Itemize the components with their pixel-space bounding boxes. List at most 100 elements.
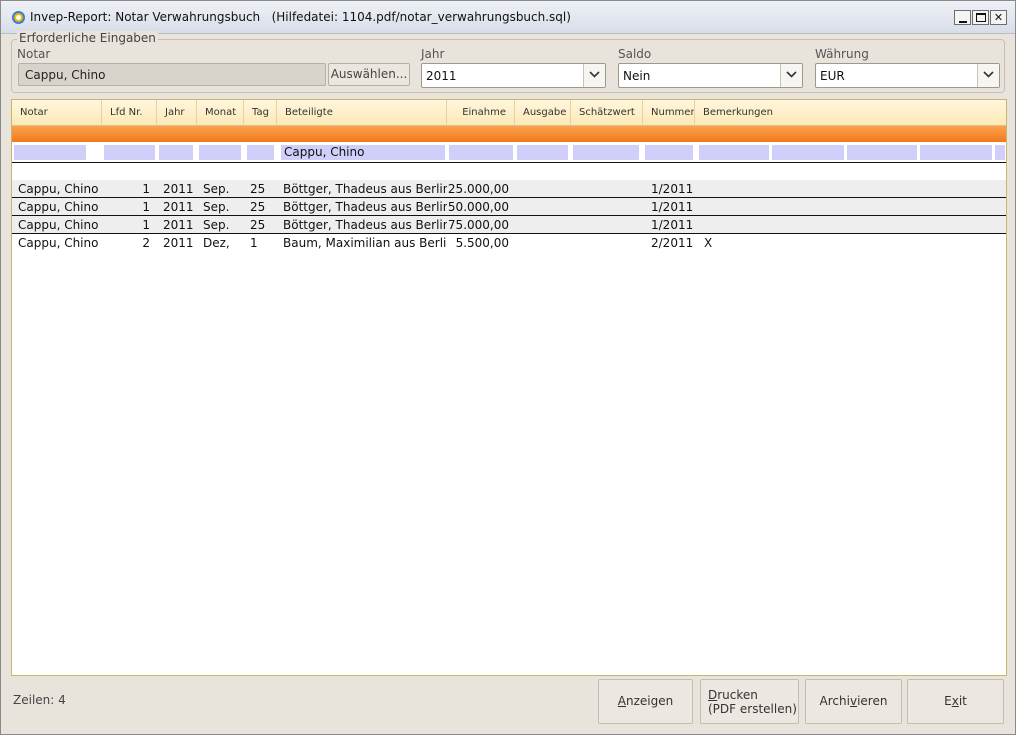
cell-lfd: 1: [142, 182, 150, 196]
report-table[interactable]: Notar Lfd Nr. Jahr Monat Tag Beteiligte …: [11, 99, 1007, 676]
cell-lfd: 1: [142, 218, 150, 232]
waehrung-value: EUR: [820, 69, 845, 83]
print-label-line2: (PDF erstellen): [708, 702, 797, 716]
cell-notar: Cappu, Chino: [18, 182, 99, 196]
cell-bemerkungen: X: [704, 236, 713, 250]
group-legend: Erforderliche Eingaben: [17, 31, 158, 45]
cell-einahme: 50.000,00: [447, 200, 509, 214]
cell-nummer: 2/2011: [651, 236, 694, 250]
cell-jahr: 2011: [163, 200, 194, 214]
title-bar: Invep-Report: Notar Verwahrungsbuch (Hil…: [1, 1, 1015, 34]
column-header[interactable]: Schätzwert: [571, 100, 643, 126]
minimize-icon: [959, 21, 967, 23]
jahr-value: 2011: [426, 69, 457, 83]
filter-cell[interactable]: Cappu, Chino: [281, 145, 445, 160]
waehrung-select[interactable]: EUR: [815, 63, 1000, 88]
filter-cell[interactable]: [699, 145, 769, 160]
row-count-status: Zeilen: 4: [13, 693, 66, 707]
filter-cell[interactable]: [920, 145, 992, 160]
archive-button-label: Archivieren: [806, 694, 901, 708]
cell-notar: Cappu, Chino: [18, 218, 99, 232]
print-label-rest: rucken: [717, 688, 758, 702]
filter-cell[interactable]: [199, 145, 241, 160]
maximize-button[interactable]: [972, 10, 989, 25]
filter-cell[interactable]: [772, 145, 844, 160]
cell-beteiligte: Böttger, Thadeus aus Berlin: [283, 182, 447, 196]
filter-cell[interactable]: [159, 145, 193, 160]
cell-einahme: 5.500,00: [455, 236, 509, 250]
notar-value: Cappu, Chino: [25, 68, 106, 82]
cell-tag: 1: [250, 236, 258, 250]
filter-cell[interactable]: [14, 145, 86, 160]
print-mnemonic: D: [708, 688, 718, 702]
column-header[interactable]: Lfd Nr.: [102, 100, 157, 126]
column-header[interactable]: Nummer: [643, 100, 695, 126]
divider: [12, 162, 1006, 163]
filter-cell[interactable]: [645, 145, 693, 160]
show-button[interactable]: Anzeigen: [598, 679, 693, 724]
filter-cell[interactable]: [847, 145, 917, 160]
cell-monat: Sep.: [203, 200, 230, 214]
filter-cell[interactable]: [517, 145, 568, 160]
jahr-label: Jahr: [421, 47, 445, 61]
notar-field[interactable]: Cappu, Chino: [18, 63, 326, 86]
column-header[interactable]: Einahme: [447, 100, 515, 126]
app-icon: [12, 11, 25, 24]
cell-einahme: 25.000,00: [447, 182, 509, 196]
cell-lfd: 2: [142, 236, 150, 250]
column-header[interactable]: Monat: [197, 100, 244, 126]
close-button[interactable]: ✕: [990, 10, 1007, 25]
filter-cell[interactable]: [573, 145, 639, 160]
cell-nummer: 1/2011: [651, 200, 694, 214]
filter-cell[interactable]: [104, 145, 155, 160]
saldo-label: Saldo: [618, 47, 652, 61]
cell-notar: Cappu, Chino: [18, 236, 99, 250]
chevron-down-icon[interactable]: [780, 64, 802, 87]
filter-cell[interactable]: [449, 145, 513, 160]
show-label-rest: nzeigen: [625, 694, 674, 708]
chevron-down-icon[interactable]: [583, 64, 605, 87]
table-header: Notar Lfd Nr. Jahr Monat Tag Beteiligte …: [12, 100, 1006, 126]
filter-row[interactable]: Cappu, Chino: [12, 144, 1006, 162]
print-pdf-button[interactable]: Drucken (PDF erstellen): [700, 679, 799, 724]
cell-tag: 25: [250, 200, 266, 214]
cell-tag: 25: [250, 218, 266, 232]
cell-monat: Sep.: [203, 218, 230, 232]
select-notar-button[interactable]: Auswählen...: [328, 63, 410, 86]
table-row[interactable]: Cappu, Chino 1 2011 Sep. 25 Böttger, Tha…: [12, 180, 1006, 198]
cell-nummer: 1/2011: [651, 218, 694, 232]
cell-beteiligte: Böttger, Thadeus aus Berlin: [283, 200, 447, 214]
show-button-label: Anzeigen: [599, 694, 692, 708]
window-title: Invep-Report: Notar Verwahrungsbuch (Hil…: [30, 10, 571, 24]
cell-monat: Dez,: [203, 236, 230, 250]
archive-label-post: ieren: [857, 694, 888, 708]
table-row[interactable]: Cappu, Chino 1 2011 Sep. 25 Böttger, Tha…: [12, 198, 1006, 216]
cell-tag: 25: [250, 182, 266, 196]
table-row[interactable]: Cappu, Chino 1 2011 Sep. 25 Böttger, Tha…: [12, 216, 1006, 234]
column-header[interactable]: Beteiligte: [277, 100, 447, 126]
exit-mnemonic: x: [951, 694, 959, 708]
exit-label-post: it: [958, 694, 967, 708]
exit-button[interactable]: Exit: [907, 679, 1004, 724]
jahr-select[interactable]: 2011: [421, 63, 606, 88]
saldo-select[interactable]: Nein: [618, 63, 803, 88]
minimize-button[interactable]: [954, 10, 971, 25]
table-row[interactable]: Cappu, Chino 2 2011 Dez, 1 Baum, Maximil…: [12, 234, 1006, 252]
exit-label-pre: E: [944, 694, 952, 708]
cell-monat: Sep.: [203, 182, 230, 196]
cell-jahr: 2011: [163, 236, 194, 250]
waehrung-label: Währung: [815, 47, 869, 61]
main-window: Invep-Report: Notar Verwahrungsbuch (Hil…: [0, 0, 1016, 735]
notar-label: Notar: [17, 47, 51, 61]
column-header[interactable]: Tag: [244, 100, 277, 126]
chevron-down-icon[interactable]: [977, 64, 999, 87]
column-header[interactable]: Ausgabe: [515, 100, 571, 126]
column-header[interactable]: Bemerkungen: [695, 100, 1006, 126]
archive-button[interactable]: Archivieren: [805, 679, 902, 724]
print-button-label: Drucken (PDF erstellen): [708, 688, 797, 716]
column-header[interactable]: Notar: [12, 100, 102, 126]
cell-beteiligte: Baum, Maximilian aus Berlin: [283, 236, 447, 250]
filter-cell[interactable]: [247, 145, 274, 160]
filter-cell[interactable]: [995, 145, 1005, 160]
column-header[interactable]: Jahr: [157, 100, 197, 126]
